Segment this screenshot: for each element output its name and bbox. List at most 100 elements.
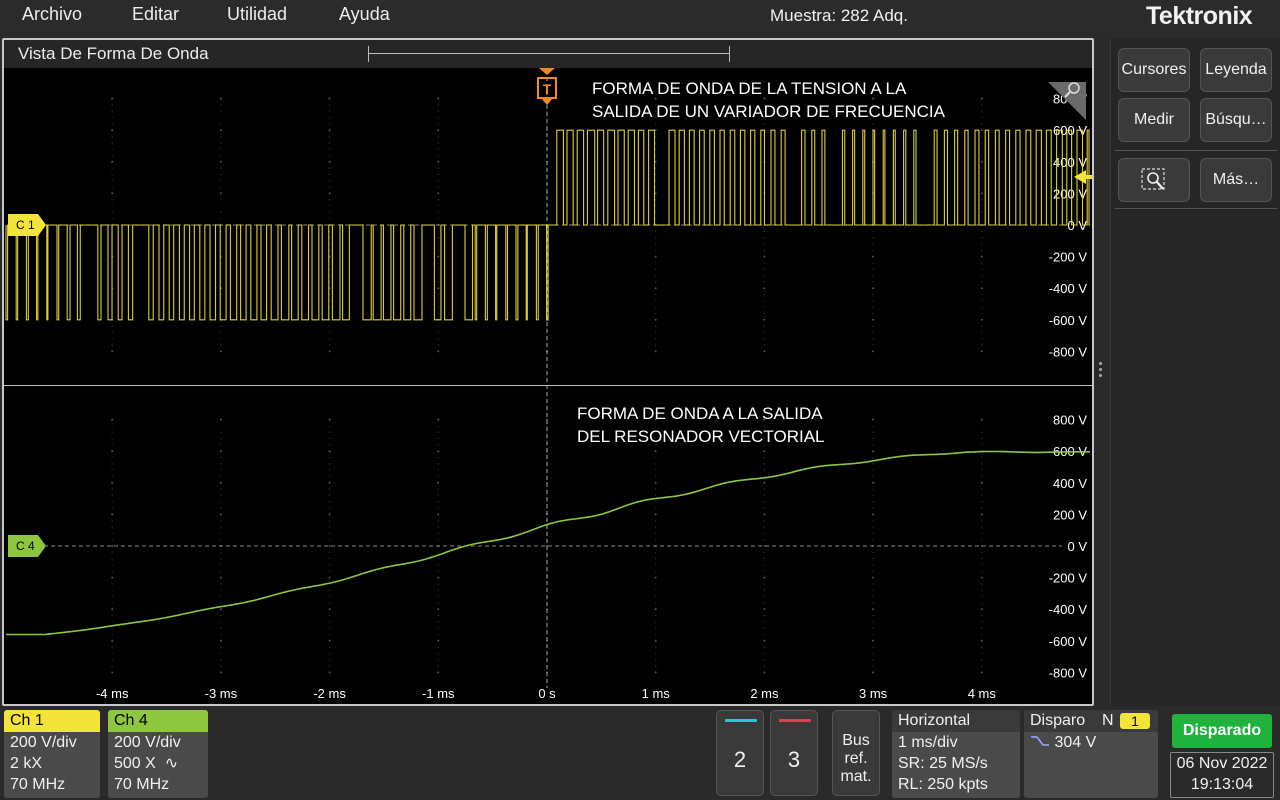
grid-dot <box>654 576 657 579</box>
grid-dot <box>981 186 983 188</box>
grid-dot <box>655 262 657 264</box>
grid-dot <box>872 344 874 346</box>
trigger-badge[interactable]: Disparo N 1 304 V <box>1024 710 1158 798</box>
grid-dot <box>328 97 331 100</box>
grid-dot <box>981 148 983 150</box>
waveform-plot[interactable]: 800 V600 V400 V200 V0 V-200 V-400 V-600 … <box>4 68 1092 706</box>
grid-dot <box>872 312 874 315</box>
grid-dot <box>437 97 440 100</box>
grid-dot <box>763 287 766 290</box>
grid-dot <box>763 338 766 340</box>
grid-dot <box>981 173 983 176</box>
menu-editar[interactable]: Editar <box>132 4 179 25</box>
medir-button[interactable]: Medir <box>1118 98 1190 142</box>
grid-dot <box>872 488 874 490</box>
grid-dot <box>981 456 983 459</box>
grid-dot <box>437 274 439 277</box>
y-tick-label: -800 V <box>1049 665 1088 680</box>
channel-2-button[interactable]: 2 <box>716 710 764 796</box>
zoom-select-button[interactable] <box>1118 158 1190 202</box>
grid-dot <box>329 456 331 459</box>
grid-dot <box>546 488 548 490</box>
grid-dot <box>111 148 113 150</box>
grid-dot <box>546 110 548 112</box>
grid-dot <box>111 218 113 220</box>
grid-dot <box>872 570 874 572</box>
acquisition-status[interactable]: Muestra: 282 Adq. <box>770 6 908 26</box>
grid-dot <box>437 621 439 623</box>
grid-dot <box>981 437 983 440</box>
panel-resize-handle[interactable] <box>1098 362 1104 380</box>
horizontal-badge[interactable]: Horizontal 1 ms/div SR: 25 MS/s RL: 250 … <box>892 710 1020 798</box>
grid-dot <box>437 551 439 553</box>
grid-dot <box>981 312 983 315</box>
grid-dot <box>328 350 331 353</box>
grid-dot <box>437 539 439 541</box>
grid-dot <box>546 186 548 188</box>
grid-dot <box>111 602 113 604</box>
grid-dot <box>872 659 874 661</box>
grid-dot <box>980 160 983 163</box>
ch1-bandwidth: 70 MHz <box>10 776 66 793</box>
grid-dot <box>111 123 113 125</box>
grid-dot <box>437 602 439 604</box>
grid-dot <box>220 338 222 340</box>
sample-rate: SR: 25 MS/s <box>898 755 988 772</box>
grid-dot <box>981 526 983 528</box>
trigger-header: Disparo N 1 <box>1024 710 1158 732</box>
grid-dot <box>655 312 657 315</box>
grid-dot <box>655 154 657 157</box>
grid-dot <box>328 545 331 547</box>
ch1-badge[interactable]: Ch 1 200 V/div 2 kX 70 MHz <box>4 710 100 798</box>
grid-dot <box>220 110 222 112</box>
y-tick-label: 200 V <box>1053 507 1087 522</box>
grid-dot <box>437 633 439 636</box>
grid-dot <box>546 425 548 427</box>
grid-dot <box>980 287 983 290</box>
menu-ayuda[interactable]: Ayuda <box>339 4 390 25</box>
grid-dot <box>763 469 766 471</box>
ch4-badge[interactable]: Ch 4 200 V/div 500 X ∿ 70 MHz <box>108 710 208 798</box>
grid-dot <box>220 425 222 427</box>
grid-dot <box>111 110 113 112</box>
grid-dot <box>437 494 439 497</box>
trigger-level-arrow-stem <box>1084 174 1092 179</box>
cursores-button[interactable]: Cursores <box>1118 48 1190 92</box>
y-tick-label: 0 V <box>1067 539 1087 554</box>
menu-archivo[interactable]: Archivo <box>22 4 82 25</box>
grid-dot <box>763 513 766 516</box>
grid-dot <box>437 186 439 188</box>
grid-dot <box>111 173 113 176</box>
grid-dot <box>111 456 113 459</box>
grid-dot <box>220 331 222 334</box>
add-bus-ref-math-button[interactable]: Bus ref. mat. <box>832 710 880 796</box>
grid-dot <box>328 513 331 516</box>
grid-dot <box>329 494 331 497</box>
busqueda-button[interactable]: Búsqu… <box>1200 98 1272 142</box>
trigger-status-button[interactable]: Disparado <box>1172 714 1272 748</box>
grid-dot <box>437 576 440 579</box>
trigger-title: Disparo <box>1030 712 1086 729</box>
grid-dot <box>329 621 331 623</box>
grid-dot <box>111 199 113 201</box>
x-tick-label: -1 ms <box>422 686 455 701</box>
channel-3-button[interactable]: 3 <box>770 710 818 796</box>
grid-dot <box>111 608 114 611</box>
grid-dot <box>655 633 657 636</box>
mas-button[interactable]: Más… <box>1200 158 1272 202</box>
date-time[interactable]: 06 Nov 2022 19:13:04 <box>1170 752 1274 798</box>
grid-dot <box>655 148 657 150</box>
grid-dot <box>872 249 874 251</box>
grid-dot <box>329 180 331 182</box>
grid-dot <box>437 306 439 308</box>
menu-utilidad[interactable]: Utilidad <box>227 4 287 25</box>
grid-dot <box>980 481 983 484</box>
grid-dot <box>329 659 331 661</box>
grid-dot <box>220 627 222 629</box>
record-overview-bar[interactable] <box>368 46 730 62</box>
grid-dot <box>437 110 439 112</box>
leyenda-button[interactable]: Leyenda <box>1200 48 1272 92</box>
grid-dot <box>546 633 548 636</box>
grid-dot <box>329 425 331 427</box>
grid-dot <box>220 456 222 459</box>
